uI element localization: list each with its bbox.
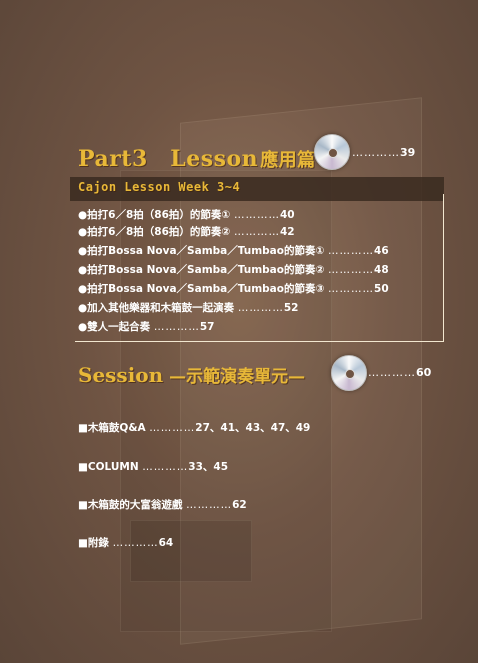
extra-page: 33、45 — [188, 461, 229, 473]
leader-dots: ………… — [237, 302, 284, 314]
cd-disc-icon — [331, 355, 367, 391]
extra-label: ■木箱鼓Q&A — [78, 422, 146, 434]
leader-dots: ………… — [352, 146, 400, 159]
session-page: 60 — [416, 366, 432, 379]
list-item[interactable]: ●拍打6／8拍（86拍）的節奏① …………40 — [78, 207, 295, 222]
list-item[interactable]: ■木箱鼓Q&A …………27、41、43、47、49 — [78, 420, 310, 435]
leader-dots: ………… — [142, 461, 189, 473]
item-page: 46 — [374, 245, 389, 257]
leader-dots: ………… — [328, 245, 375, 257]
item-label: ●雙人一起合奏 — [78, 321, 151, 333]
extra-page: 27、41、43、47、49 — [195, 422, 311, 434]
list-item[interactable]: ■木箱鼓的大富翁遊戲 …………62 — [78, 497, 247, 512]
item-label: ●拍打Bossa Nova／Samba／Tumbao的節奏③ — [78, 283, 325, 295]
leader-dots: ………… — [233, 226, 280, 238]
item-page: 40 — [279, 209, 295, 221]
extra-page: 62 — [232, 499, 247, 511]
leader-dots: ………… — [233, 209, 280, 221]
item-label: ●加入其他樂器和木箱鼓一起演奏 — [78, 302, 235, 314]
list-item[interactable]: ●拍打Bossa Nova／Samba／Tumbao的節奏② …………48 — [78, 262, 389, 277]
item-label: ●拍打Bossa Nova／Samba／Tumbao的節奏② — [78, 264, 325, 276]
leader-dots: ………… — [149, 422, 196, 434]
list-item[interactable]: ■COLUMN …………33、45 — [78, 459, 228, 474]
item-page: 50 — [374, 283, 389, 295]
leader-dots: ………… — [112, 537, 159, 549]
item-page: 48 — [374, 264, 389, 276]
extra-page: 64 — [158, 537, 174, 549]
item-page: 57 — [199, 321, 215, 333]
item-label: ●拍打Bossa Nova／Samba／Tumbao的節奏① — [78, 245, 325, 257]
leader-dots: ………… — [153, 321, 200, 333]
list-item[interactable]: ●雙人一起合奏 …………57 — [78, 319, 214, 334]
part3-page: 39 — [400, 146, 416, 159]
leader-dots: ………… — [328, 283, 375, 295]
session-page-ref: …………60 — [368, 366, 431, 379]
week-title: Cajon Lesson Week 3~4 — [78, 180, 241, 194]
item-page: 42 — [279, 226, 295, 238]
extra-label: ■附錄 — [78, 537, 109, 549]
list-item[interactable]: ■附錄 …………64 — [78, 535, 173, 550]
cajon-photo-detail — [130, 520, 252, 582]
list-item[interactable]: ●拍打Bossa Nova／Samba／Tumbao的節奏③ …………50 — [78, 281, 389, 296]
toc-page: Part3 Lesson 應用篇 …………39 Cajon Lesson Week… — [0, 0, 478, 663]
leader-dots: ………… — [368, 366, 416, 379]
session-title: Session — [78, 363, 164, 387]
session-heading[interactable]: Session —示範演奏單元— — [78, 362, 305, 387]
leader-dots: ………… — [328, 264, 375, 276]
part3-page-ref: …………39 — [352, 146, 415, 159]
list-item[interactable]: ●拍打Bossa Nova／Samba／Tumbao的節奏① …………46 — [78, 243, 389, 258]
part3-heading[interactable]: Part3 Lesson 應用篇 — [78, 141, 316, 173]
list-item[interactable]: ●拍打6／8拍（86拍）的節奏② …………42 — [78, 224, 295, 239]
part3-title: Part3 Lesson — [78, 146, 259, 172]
list-item[interactable]: ●加入其他樂器和木箱鼓一起演奏 …………52 — [78, 300, 298, 315]
session-subtitle: —示範演奏單元— — [169, 367, 306, 387]
part3-subtitle: 應用篇 — [260, 150, 316, 171]
extra-label: ■木箱鼓的大富翁遊戲 — [78, 499, 183, 511]
leader-dots: ………… — [186, 499, 233, 511]
item-page: 52 — [283, 302, 299, 314]
extra-label: ■COLUMN — [78, 461, 139, 473]
item-label: ●拍打6／8拍（86拍）的節奏① — [78, 209, 231, 221]
item-label: ●拍打6／8拍（86拍）的節奏② — [78, 226, 231, 238]
cd-disc-icon — [314, 134, 350, 170]
